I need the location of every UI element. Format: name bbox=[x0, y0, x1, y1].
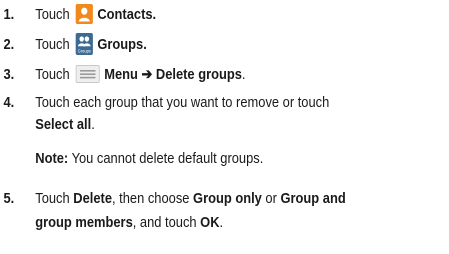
step-text-prefix: Touch bbox=[35, 6, 70, 23]
step-number: 4. bbox=[3, 94, 15, 111]
menu-icon bbox=[75, 65, 100, 84]
step-text-part: Touch bbox=[35, 190, 74, 207]
step-text-suffix: . bbox=[91, 116, 95, 133]
menu-path: Menu ➔ Delete groups bbox=[104, 66, 242, 83]
step-number: 3. bbox=[3, 66, 15, 83]
instruction-list: 1. Touch Contacts. 2. Touch Groups Group… bbox=[0, 0, 449, 254]
contacts-icon bbox=[75, 4, 94, 25]
step-text-part: , and touch bbox=[132, 214, 201, 231]
note-text: Note: You cannot delete default groups. bbox=[35, 148, 263, 170]
step-text-prefix: Touch bbox=[35, 66, 70, 83]
group-only-text: Group only bbox=[193, 190, 262, 207]
note-body: You cannot delete default groups. bbox=[68, 150, 264, 167]
step-text: Touch Contacts. bbox=[35, 4, 156, 26]
step-number: 2. bbox=[3, 36, 15, 53]
step-text-part: , then choose bbox=[112, 190, 194, 207]
step-app-name: Contacts. bbox=[97, 6, 157, 23]
step-number: 5. bbox=[3, 190, 15, 207]
note-label: Note: bbox=[35, 150, 69, 167]
groups-icon-label: Groups bbox=[78, 48, 91, 53]
step-text-prefix: Touch bbox=[35, 36, 70, 53]
step-text: group members, and touch OK. bbox=[35, 212, 223, 234]
step-text: Touch each group that you want to remove… bbox=[35, 94, 330, 111]
group-and-members-text: Group and bbox=[280, 190, 346, 207]
step-text-suffix: . bbox=[241, 66, 246, 83]
step-text: Select all. bbox=[35, 114, 95, 136]
step-text-part: or bbox=[261, 190, 281, 207]
step-text: Touch Delete, then choose Group only or … bbox=[35, 188, 345, 210]
step-number: 1. bbox=[3, 6, 15, 23]
group-and-members-text: group members bbox=[35, 214, 133, 231]
step-text: Touch Groups Groups. bbox=[35, 33, 147, 56]
step-text: Touch Menu ➔ Delete groups. bbox=[35, 64, 246, 86]
delete-text: Delete bbox=[73, 190, 113, 207]
step-app-name: Groups. bbox=[97, 36, 147, 53]
step-text-suffix: . bbox=[219, 214, 224, 231]
ok-text: OK bbox=[200, 214, 220, 231]
select-all-text: Select all bbox=[35, 116, 92, 133]
groups-icon: Groups bbox=[75, 33, 94, 56]
